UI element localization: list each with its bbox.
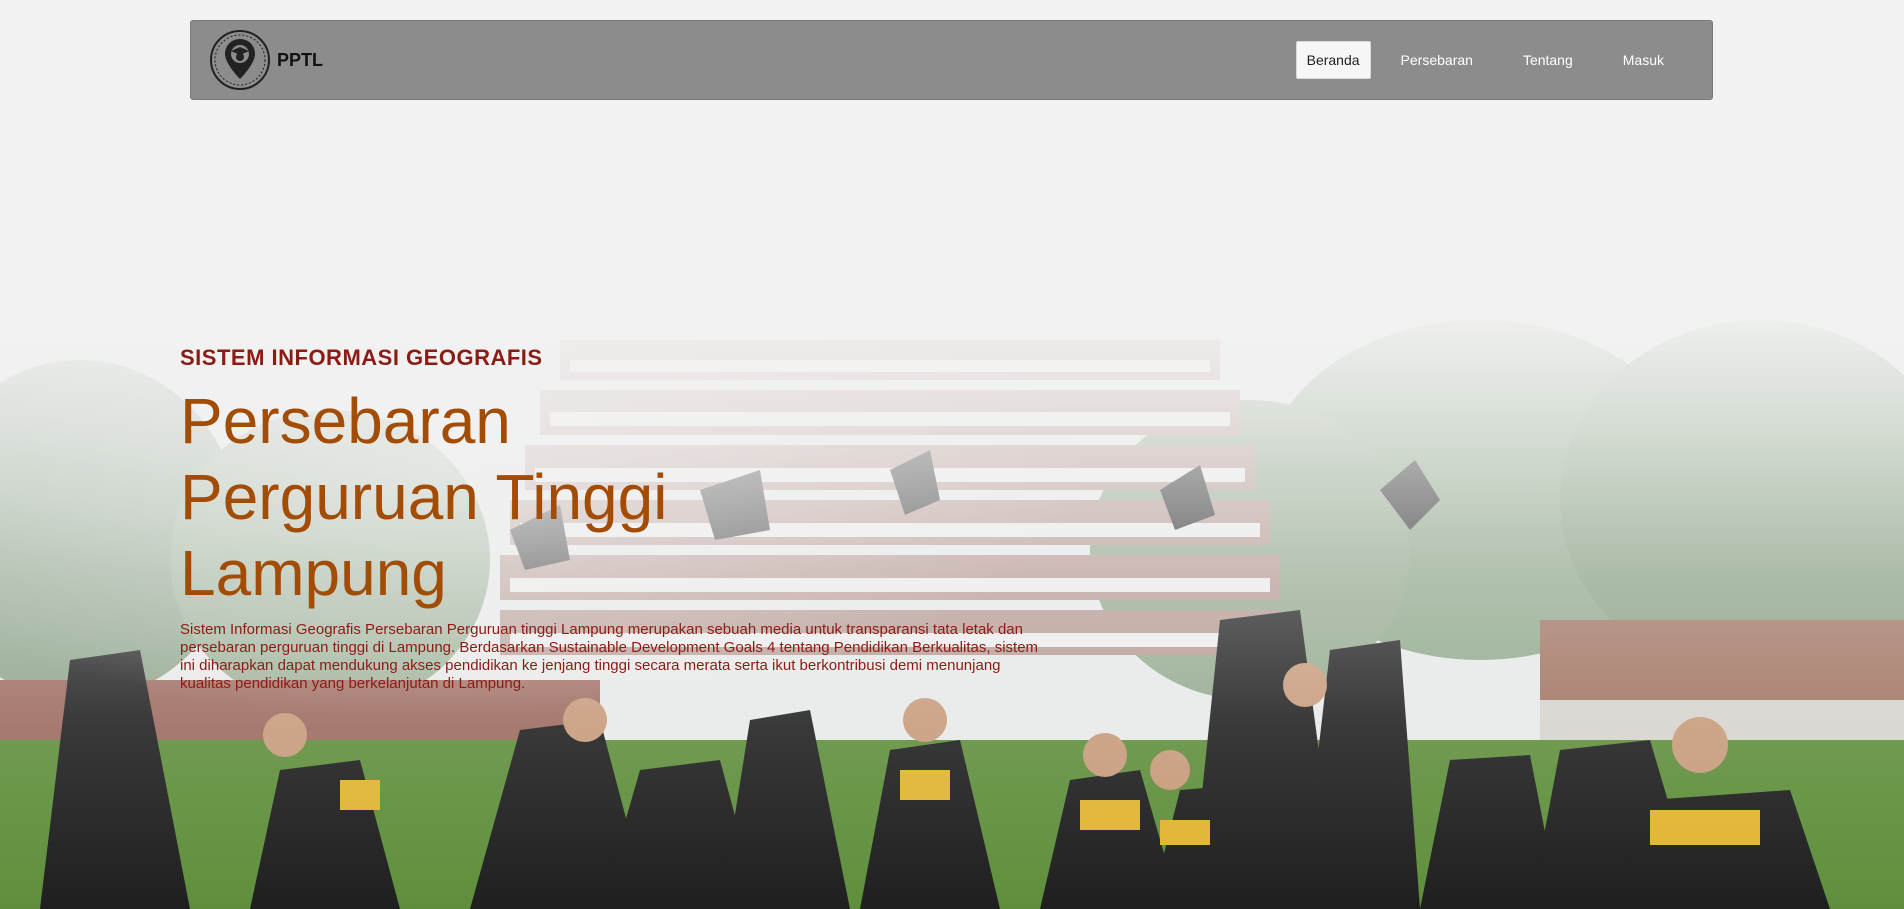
nav-item-masuk[interactable]: Masuk (1603, 42, 1684, 78)
nav-menu: Beranda Persebaran Tentang Masuk (1295, 41, 1684, 79)
nav-item-beranda[interactable]: Beranda (1295, 41, 1371, 79)
brand-link[interactable]: PPTL (209, 29, 323, 91)
navbar: PPTL Beranda Persebaran Tentang Masuk (190, 20, 1713, 100)
hero-title: Persebaran Perguruan Tinggi Lampung (180, 385, 668, 609)
map-pin-graduate-logo-icon (210, 30, 270, 90)
nav-item-tentang[interactable]: Tentang (1503, 42, 1593, 78)
hero-description: Sistem Informasi Geografis Persebaran Pe… (180, 621, 1039, 692)
hero-section: SISTEM INFORMASI GEOGRAFIS Persebaran Pe… (180, 345, 1040, 693)
hero-kicker: SISTEM INFORMASI GEOGRAFIS (180, 345, 543, 370)
brand-name: PPTL (277, 49, 324, 70)
nav-item-persebaran[interactable]: Persebaran (1381, 42, 1493, 78)
page: PPTL Beranda Persebaran Tentang Masuk SI… (0, 0, 1904, 909)
